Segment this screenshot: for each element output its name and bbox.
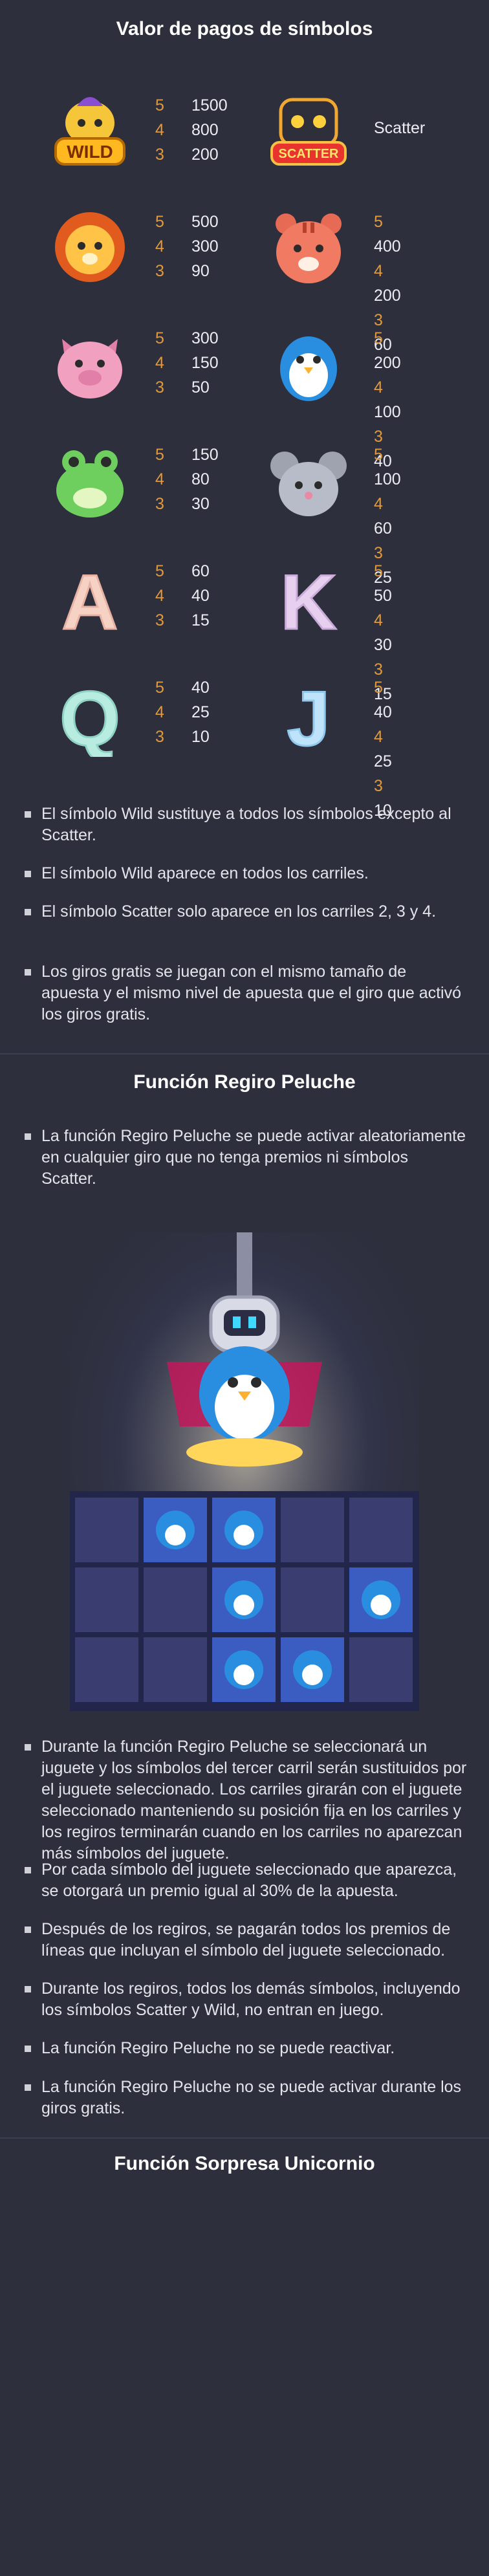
feature-rule-item: Después de los regiros, se pagarán todos… <box>21 1919 467 1961</box>
regiro-peluche-illustration <box>70 1232 419 1711</box>
section-divider <box>0 2137 489 2139</box>
feature-rule-item: La función Regiro Peluche no se puede re… <box>21 2038 467 2059</box>
svg-text:J: J <box>287 675 331 757</box>
feature-rule-item: Por cada símbolo del juguete seleccionad… <box>21 1859 467 1902</box>
feature-rule-item: Durante la función Regiro Peluche se sel… <box>21 1736 467 1864</box>
paytable-cell-scatter: SCATTER Scatter <box>0 84 425 181</box>
scatter-symbol-icon: SCATTER <box>270 98 347 166</box>
paytable-cell-mouse: 5100 460 325 <box>0 433 401 587</box>
paytable-cell-tiger: 5400 4200 360 <box>0 201 401 354</box>
letter-j-pays: 540 425 310 <box>374 679 392 820</box>
feature-intro: La función Regiro Peluche se puede activ… <box>21 1126 467 1190</box>
svg-text:K: K <box>281 559 337 640</box>
feature-rule-item: Durante los regiros, todos los demás sím… <box>21 1978 467 2021</box>
mouse-symbol-icon <box>270 452 347 516</box>
scatter-label: Scatter <box>374 119 426 137</box>
paytable-cell-letter-j: J 540 425 310 <box>0 666 392 820</box>
paytable-cell-penguin: 5200 4100 340 <box>0 317 401 470</box>
paytable-page: Valor de pagos de símbolos WILD 5 1500 48… <box>0 0 489 2576</box>
rule-item: El símbolo Scatter solo aparece en los c… <box>21 901 467 922</box>
rule-item: Los giros gratis se juegan con el mismo … <box>21 961 467 1025</box>
feature-rule-item: La función Regiro Peluche no se puede ac… <box>21 2077 467 2119</box>
rule-item: El símbolo Wild aparece en todos los car… <box>21 863 467 884</box>
paytable-cell-letter-k: K 550 430 315 <box>0 550 392 704</box>
section-title-sorpresa-unicornio: Función Sorpresa Unicornio <box>114 2153 375 2174</box>
penguin-symbol-icon <box>280 336 337 401</box>
letter-k-symbol-icon: K <box>279 558 338 641</box>
rule-item: El símbolo Wild sustituye a todos los sí… <box>21 803 467 846</box>
section-title-symbol-pays: Valor de pagos de símbolos <box>116 18 373 39</box>
section-divider <box>0 1053 489 1054</box>
svg-text:SCATTER: SCATTER <box>279 147 340 161</box>
tiger-symbol-icon <box>276 213 342 283</box>
section-title-regiro-peluche: Función Regiro Peluche <box>133 1071 356 1093</box>
letter-j-symbol-icon: J <box>286 675 331 758</box>
